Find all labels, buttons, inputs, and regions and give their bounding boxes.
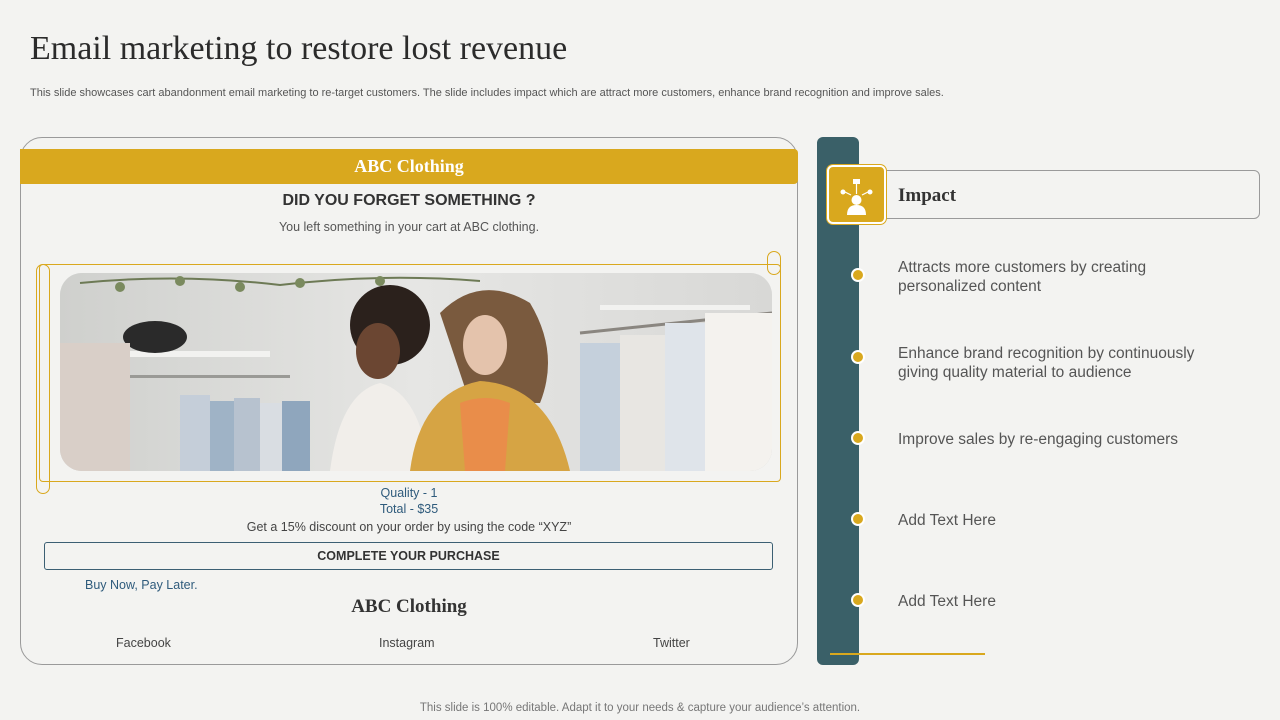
scroll-curl-left [36,264,50,494]
discount-text: Get a 15% discount on your order by usin… [246,520,572,534]
facebook-link[interactable]: Facebook [116,636,171,650]
order-quantity: Quality - 1 [380,486,438,500]
order-total: Total - $35 [379,502,439,516]
slide-subtitle: This slide showcases cart abandonment em… [30,87,944,99]
email-message: You left something in your cart at ABC c… [278,220,540,234]
accent-line [830,653,985,655]
bullet-dot [851,268,865,282]
impact-point-1: Attracts more customers by creating pers… [898,259,1147,295]
complete-purchase-button[interactable]: COMPLETE YOUR PURCHASE [44,542,773,570]
bullet-dot [851,512,865,526]
impact-heading: Impact [898,185,957,206]
impact-point-2: Enhance brand recognition by continuousl… [898,345,1195,381]
footer-note: This slide is 100% editable. Adapt it to… [419,702,861,714]
buy-now-pay-later-link[interactable]: Buy Now, Pay Later. [85,578,198,592]
impact-icon-container [827,165,886,224]
bullet-dot [851,593,865,607]
email-footer-brand: ABC Clothing [351,596,467,617]
impact-point-4: Add Text Here [898,512,996,529]
bullet-dot [851,350,865,364]
store-photo [60,273,772,471]
bullet-dot [851,431,865,445]
presenter-network-icon [840,179,873,215]
impact-point-3: Improve sales by re-engaging customers [898,431,1178,448]
email-brand-header: ABC Clothing [20,149,798,184]
clothing-store-image [60,273,772,471]
impact-point-5: Add Text Here [898,593,996,610]
twitter-link[interactable]: Twitter [653,636,690,650]
instagram-link[interactable]: Instagram [379,636,435,650]
email-headline: DID YOU FORGET SOMETHING ? [282,192,536,209]
scroll-curl-right [767,251,781,275]
slide-title: Email marketing to restore lost revenue [30,30,568,67]
